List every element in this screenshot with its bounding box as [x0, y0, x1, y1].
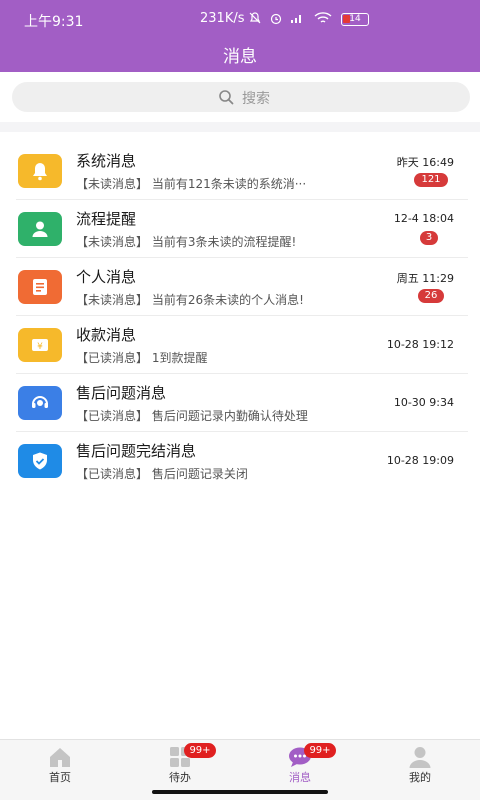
- message-title: 收款消息: [76, 326, 137, 344]
- message-time: 周五 11:29: [396, 272, 454, 285]
- battery-icon: 14: [341, 13, 369, 26]
- search-icon: [219, 90, 234, 105]
- tab-label: 首页: [49, 771, 71, 784]
- mute-bell-icon: [249, 12, 261, 24]
- wifi-icon: [314, 12, 332, 23]
- wallet-yen-icon: ¥: [18, 328, 62, 362]
- message-title: 售后问题消息: [76, 384, 167, 402]
- message-title: 系统消息: [76, 152, 137, 170]
- tab-label: 待办: [169, 771, 191, 784]
- message-item-personal[interactable]: 个人消息 【未读消息】 当前有26条未读的个人消息! 周五 11:29 26: [0, 258, 480, 316]
- home-indicator: [152, 790, 328, 794]
- message-summary: 【未读消息】 当前有3条未读的流程提醒!: [76, 235, 297, 249]
- message-time: 10-28 19:12: [386, 338, 454, 351]
- message-title: 流程提醒: [76, 210, 137, 228]
- search-placeholder: 搜索: [242, 91, 270, 107]
- message-summary: 【已读消息】 售后问题记录关闭: [76, 467, 248, 481]
- tab-badge: 99+: [304, 743, 336, 758]
- tab-profile[interactable]: 我的: [360, 740, 480, 800]
- message-item-aftersale-closed[interactable]: 售后问题完结消息 【已读消息】 售后问题记录关闭 10-28 19:09: [0, 432, 480, 490]
- tab-badge: 99+: [184, 743, 216, 758]
- message-item-aftersale[interactable]: 售后问题消息 【已读消息】 售后问题记录内勤确认待处理 10-30 9:34: [0, 374, 480, 432]
- tab-label: 我的: [409, 771, 431, 784]
- status-time: 上午9:31: [24, 14, 84, 30]
- unread-badge: 121: [414, 173, 448, 187]
- search-input[interactable]: 搜索: [12, 82, 470, 112]
- document-icon: [18, 270, 62, 304]
- svg-text:¥: ¥: [37, 342, 43, 352]
- home-icon: [50, 748, 70, 767]
- shield-check-icon: [18, 444, 62, 478]
- unread-badge: 26: [418, 289, 444, 303]
- message-summary: 【已读消息】 售后问题记录内勤确认待处理: [76, 409, 308, 423]
- alarm-icon: [270, 13, 282, 25]
- unread-badge: 3: [420, 231, 438, 245]
- message-item-workflow[interactable]: 流程提醒 【未读消息】 当前有3条未读的流程提醒! 12-4 18:04 3: [0, 200, 480, 258]
- section-divider: [0, 122, 480, 132]
- network-speed: 231K/s: [200, 11, 245, 26]
- user-icon: [18, 212, 62, 246]
- page-title: 消息: [223, 47, 257, 67]
- header-bar: 上午9:31 231K/s 14 消息: [0, 0, 480, 72]
- headset-icon: [18, 386, 62, 420]
- message-time: 12-4 18:04: [393, 212, 454, 225]
- message-summary: 【已读消息】 1到款提醒: [76, 351, 208, 365]
- message-summary: 【未读消息】 当前有121条未读的系统消···: [76, 177, 307, 191]
- message-title: 个人消息: [76, 268, 137, 286]
- tab-label: 消息: [289, 771, 311, 784]
- message-title: 售后问题完结消息: [76, 442, 197, 460]
- signal-icon: [291, 15, 301, 23]
- message-time: 10-30 9:34: [393, 396, 454, 409]
- message-time: 10-28 19:09: [386, 454, 454, 467]
- message-item-system[interactable]: 系统消息 【未读消息】 当前有121条未读的系统消··· 昨天 16:49 12…: [0, 142, 480, 200]
- tab-home[interactable]: 首页: [0, 740, 120, 800]
- message-time: 昨天 16:49: [396, 156, 454, 169]
- status-bar: 上午9:31 231K/s 14: [0, 0, 480, 40]
- message-summary: 【未读消息】 当前有26条未读的个人消息!: [76, 293, 304, 307]
- bell-icon: [18, 154, 62, 188]
- message-item-payment[interactable]: ¥ 收款消息 【已读消息】 1到款提醒 10-28 19:12: [0, 316, 480, 374]
- person-icon: [409, 747, 431, 768]
